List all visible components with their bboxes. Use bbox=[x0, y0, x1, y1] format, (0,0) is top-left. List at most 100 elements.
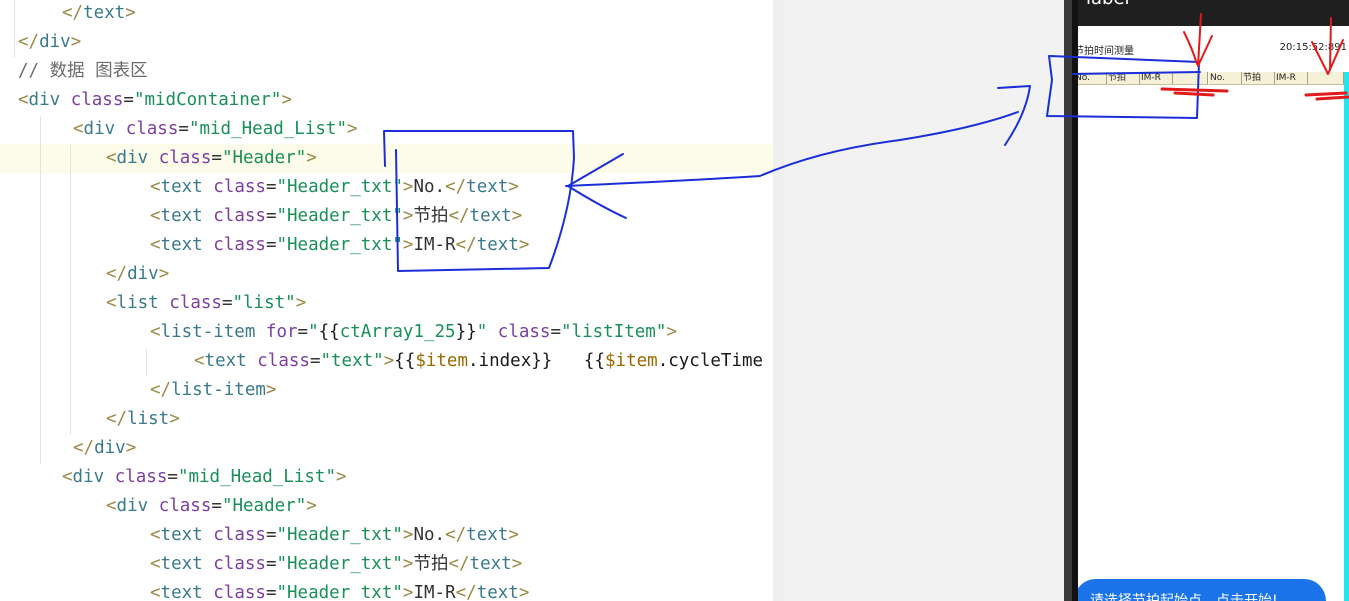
code-editor[interactable]: </text> </div>// 数据 图表区 <div class="midCon… bbox=[0, 0, 784, 601]
code-token: > bbox=[335, 467, 347, 487]
code-token: = bbox=[211, 148, 222, 168]
code-line[interactable]: <list-item for="{{ctArray1_25}}" class="… bbox=[0, 318, 784, 347]
code-line[interactable]: <div class="Header"> bbox=[0, 492, 784, 521]
code-line[interactable]: <div class="midContainer"> bbox=[0, 86, 784, 115]
code-token: > bbox=[306, 148, 317, 168]
code-token: class bbox=[257, 351, 310, 371]
code-token: text bbox=[160, 235, 203, 255]
code-line[interactable]: <text class="Header txt">IM-R</text> bbox=[0, 579, 784, 601]
code-token: > bbox=[125, 438, 137, 458]
mid-head-list-1: No. 节拍 IM-R bbox=[1078, 72, 1208, 85]
start-button[interactable]: 请选择节拍起始点，点击开始! bbox=[1078, 579, 1326, 601]
code-token: > bbox=[402, 525, 414, 545]
code-token: div bbox=[94, 438, 126, 458]
code-token: list bbox=[127, 409, 170, 429]
code-token: class bbox=[125, 119, 179, 139]
code-line[interactable]: <text class="Header_txt">节拍</text> bbox=[0, 550, 784, 579]
code-token: > bbox=[125, 3, 136, 23]
editor-scrollbar[interactable] bbox=[773, 0, 784, 601]
code-token: div bbox=[116, 148, 149, 168]
header-extra bbox=[1308, 72, 1344, 84]
header-imr: IM-R bbox=[1140, 72, 1173, 84]
code-token: > bbox=[508, 525, 519, 545]
code-token: > bbox=[518, 235, 530, 255]
code-token: "Header" bbox=[221, 148, 307, 168]
code-token: {{ bbox=[318, 322, 340, 342]
code-token: text bbox=[160, 525, 203, 545]
code-token: text bbox=[160, 554, 203, 574]
code-token: < bbox=[18, 90, 29, 110]
code-token: IM-R bbox=[413, 235, 456, 255]
code-token: > bbox=[402, 177, 414, 197]
code-token: > bbox=[169, 409, 180, 429]
code-token: < bbox=[150, 177, 161, 197]
code-line[interactable]: <div class="Header"> bbox=[0, 144, 784, 173]
code-line[interactable]: <text class="Header_txt">节拍</text> bbox=[0, 202, 784, 231]
code-token: </ bbox=[106, 409, 128, 429]
code-token: </ bbox=[106, 264, 128, 284]
code-line[interactable]: </div> bbox=[0, 260, 784, 289]
code-token: IM-R bbox=[413, 583, 456, 601]
header-cycle: 节拍 bbox=[1242, 72, 1275, 84]
code-line[interactable]: <div class="mid_Head_List"> bbox=[0, 463, 784, 492]
code-token: > bbox=[295, 293, 307, 313]
code-token: // 数据 图表区 bbox=[18, 61, 148, 81]
code-token: > bbox=[346, 119, 358, 139]
code-token: "mid_Head_List" bbox=[177, 467, 336, 487]
code-line[interactable]: <div class="mid_Head_List"> bbox=[0, 115, 784, 144]
code-token: .index}} bbox=[468, 351, 553, 371]
code-token: No. bbox=[413, 177, 446, 197]
header-imr: IM-R bbox=[1275, 72, 1308, 84]
scroll-indicator[interactable] bbox=[1344, 72, 1349, 601]
code-token: </ bbox=[448, 206, 470, 226]
code-token: "list" bbox=[232, 293, 296, 313]
code-token: < bbox=[62, 467, 73, 487]
code-line[interactable]: <list class="list"> bbox=[0, 289, 784, 318]
code-token: < bbox=[150, 583, 161, 601]
code-token: 节拍 bbox=[413, 554, 449, 574]
code-token: text bbox=[466, 525, 509, 545]
code-token: .cycleTime bbox=[657, 351, 764, 371]
code-line[interactable]: </text> bbox=[0, 0, 784, 28]
code-token: list bbox=[116, 293, 159, 313]
code-line[interactable]: <text class="Header_txt">No.</text> bbox=[0, 521, 784, 550]
code-token: </ bbox=[448, 554, 470, 574]
code-line[interactable]: </div> bbox=[0, 434, 784, 463]
code-line[interactable]: </list> bbox=[0, 405, 784, 434]
code-token: </ bbox=[18, 32, 40, 52]
code-token: text bbox=[469, 206, 512, 226]
code-token: class bbox=[114, 467, 168, 487]
code-token: < bbox=[73, 119, 84, 139]
code-token: "Header_txt" bbox=[276, 554, 403, 574]
code-line[interactable]: </div> bbox=[0, 28, 784, 57]
code-token: ctArray1_25 bbox=[339, 322, 456, 342]
panel-background bbox=[784, 0, 1064, 601]
code-token: div bbox=[39, 32, 71, 52]
code-token: = bbox=[265, 235, 277, 255]
code-token: < bbox=[106, 293, 117, 313]
code-line[interactable]: <text class="Header_txt">No.</text> bbox=[0, 173, 784, 202]
code-token: = bbox=[265, 554, 277, 574]
code-token: > bbox=[518, 583, 530, 601]
code-token: class bbox=[213, 177, 266, 197]
code-line[interactable]: </list-item> bbox=[0, 376, 784, 405]
phone-window-title: label bbox=[1086, 0, 1130, 9]
code-line[interactable]: <text class="Header_txt">IM-R</text> bbox=[0, 231, 784, 260]
code-token: > bbox=[402, 583, 414, 601]
indent-guide bbox=[146, 348, 147, 377]
code-token: = bbox=[265, 583, 277, 601]
code-line[interactable]: // 数据 图表区 bbox=[0, 57, 784, 86]
code-token: < bbox=[150, 322, 161, 342]
header-no: No. bbox=[1078, 72, 1107, 84]
code-token: text bbox=[469, 554, 512, 574]
code-token: "listItem" bbox=[561, 322, 667, 342]
code-line[interactable]: <text class="text">{{$item.index}} {{$it… bbox=[0, 347, 784, 376]
code-token: < bbox=[150, 235, 161, 255]
